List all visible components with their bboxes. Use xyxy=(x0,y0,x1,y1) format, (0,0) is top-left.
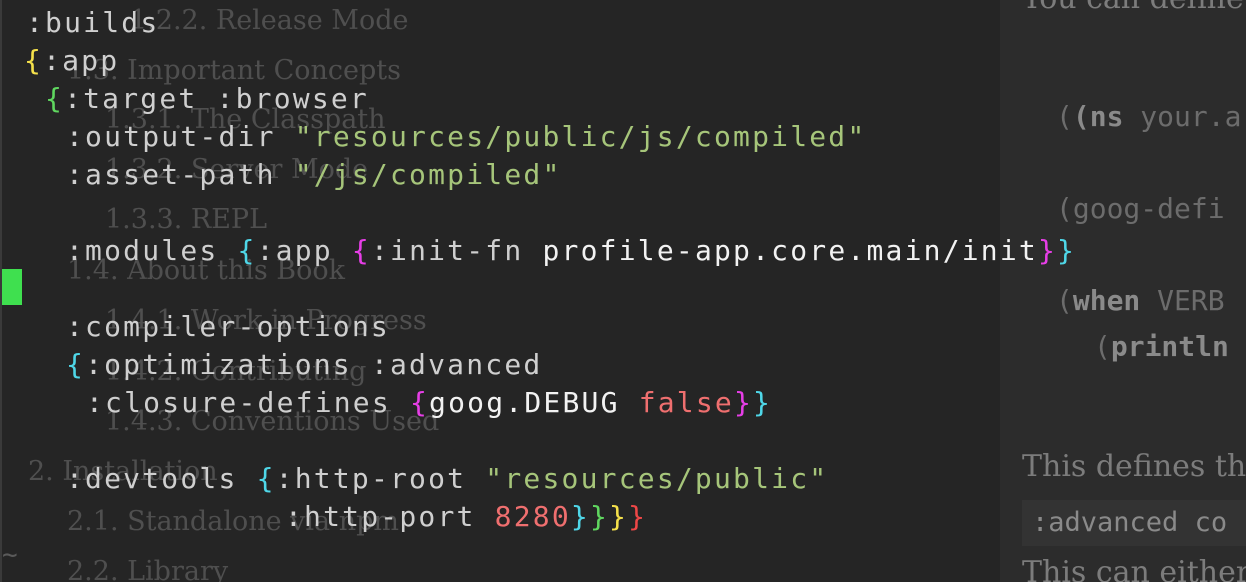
close-brace: } xyxy=(733,386,754,419)
open-brace: { xyxy=(409,386,430,419)
close-brace: } xyxy=(1037,234,1058,267)
symbol-init-fn: profile-app.core.main/init xyxy=(542,234,1038,267)
code-line-devtools: :devtools {:http-root "resources/public" xyxy=(66,460,828,498)
keyword-http-root: :http-root xyxy=(275,462,467,495)
code-line-asset-path: :asset-path "/js/compiled" xyxy=(66,156,562,194)
docs-inline-code: :advanced co xyxy=(1032,506,1227,540)
close-brace: } xyxy=(609,500,629,533)
keyword-devtools: :devtools xyxy=(66,462,238,495)
number-http-port: 8280 xyxy=(494,500,571,533)
code-line-target: {:target :browser xyxy=(45,80,369,118)
open-brace: { xyxy=(237,234,257,267)
docs-paragraph-header: You can define xyxy=(1022,0,1244,16)
string-asset-path: "/js/compiled" xyxy=(294,158,562,191)
close-brace: } xyxy=(570,500,590,533)
close-brace: } xyxy=(753,386,773,419)
keyword-init-fn: :init-fn xyxy=(370,234,524,267)
keyword-asset-path: :asset-path xyxy=(66,158,276,191)
close-brace: } xyxy=(589,500,609,533)
docs-paragraph-1: This defines th xyxy=(1022,449,1246,484)
empty-line-tilde: ~ xyxy=(2,540,18,570)
keyword-output-dir: :output-dir xyxy=(66,120,276,153)
keyword-http-port: :http-port xyxy=(285,500,476,533)
docs-code-goog-line: (goog-defi xyxy=(1056,192,1225,225)
keyword-optimizations: :optimizations xyxy=(85,348,352,381)
code-line-http-port: :http-port 8280}}}} xyxy=(285,498,647,536)
keyword-advanced: :advanced xyxy=(370,348,543,381)
close-brace: } xyxy=(628,500,648,533)
keyword-modules: :modules xyxy=(66,234,219,267)
docs-code-keyword: println xyxy=(1110,330,1229,363)
keyword-builds: :builds xyxy=(26,6,160,39)
open-brace: { xyxy=(45,82,65,115)
editor-code-area[interactable]: :builds {:app {:target :browser :output-… xyxy=(0,0,1074,582)
code-line-compiler-options: :compiler-options xyxy=(66,308,390,346)
open-brace: { xyxy=(256,462,276,495)
terminal-screen: 1.2.2. Release Mode 1.3. Important Conce… xyxy=(0,0,1246,582)
string-output-dir: "resources/public/js/compiled" xyxy=(294,120,867,153)
open-brace: { xyxy=(351,234,371,267)
keyword-compiler-options: :compiler-options xyxy=(66,310,390,343)
code-line-modules: :modules {:app {:init-fn profile-app.cor… xyxy=(66,232,1076,270)
boolean-false: false xyxy=(638,386,734,419)
code-line-optimizations: {:optimizations :advanced xyxy=(66,346,542,384)
docs-paragraph-2: This can either xyxy=(1022,555,1246,582)
keyword-browser: :browser xyxy=(216,82,369,115)
text-cursor[interactable] xyxy=(2,269,22,305)
docs-code-ns-line: ((ns your.a xyxy=(1056,100,1242,133)
close-brace: } xyxy=(1057,234,1077,267)
docs-code-keyword: (ns xyxy=(1072,100,1124,133)
string-http-root: "resources/public" xyxy=(485,462,829,495)
keyword-target: :target xyxy=(64,82,198,115)
keyword-app: :app xyxy=(43,44,120,77)
code-line-builds: :builds xyxy=(26,4,159,42)
docs-code-text: your.a xyxy=(1123,100,1242,133)
open-brace: { xyxy=(24,44,44,77)
symbol-goog-debug: goog.DEBUG xyxy=(429,386,620,419)
docs-code-println-line: (println xyxy=(1094,330,1229,363)
docs-inline-code-text: :advanced xyxy=(1032,507,1179,538)
code-line-output-dir: :output-dir "resources/public/js/compile… xyxy=(66,118,866,156)
docs-code-when-line: (when VERB xyxy=(1056,284,1225,317)
code-line-closure-defines: :closure-defines {goog.DEBUG false}} xyxy=(86,384,772,422)
docs-inline-code-rest: co xyxy=(1178,507,1228,538)
keyword-modules-app: :app xyxy=(256,234,333,267)
code-line-app: {:app xyxy=(24,42,119,80)
keyword-closure-defines: :closure-defines xyxy=(86,386,391,419)
docs-code-text: VERB xyxy=(1140,284,1225,317)
open-brace: { xyxy=(66,348,86,381)
docs-code-keyword: when xyxy=(1072,284,1141,317)
